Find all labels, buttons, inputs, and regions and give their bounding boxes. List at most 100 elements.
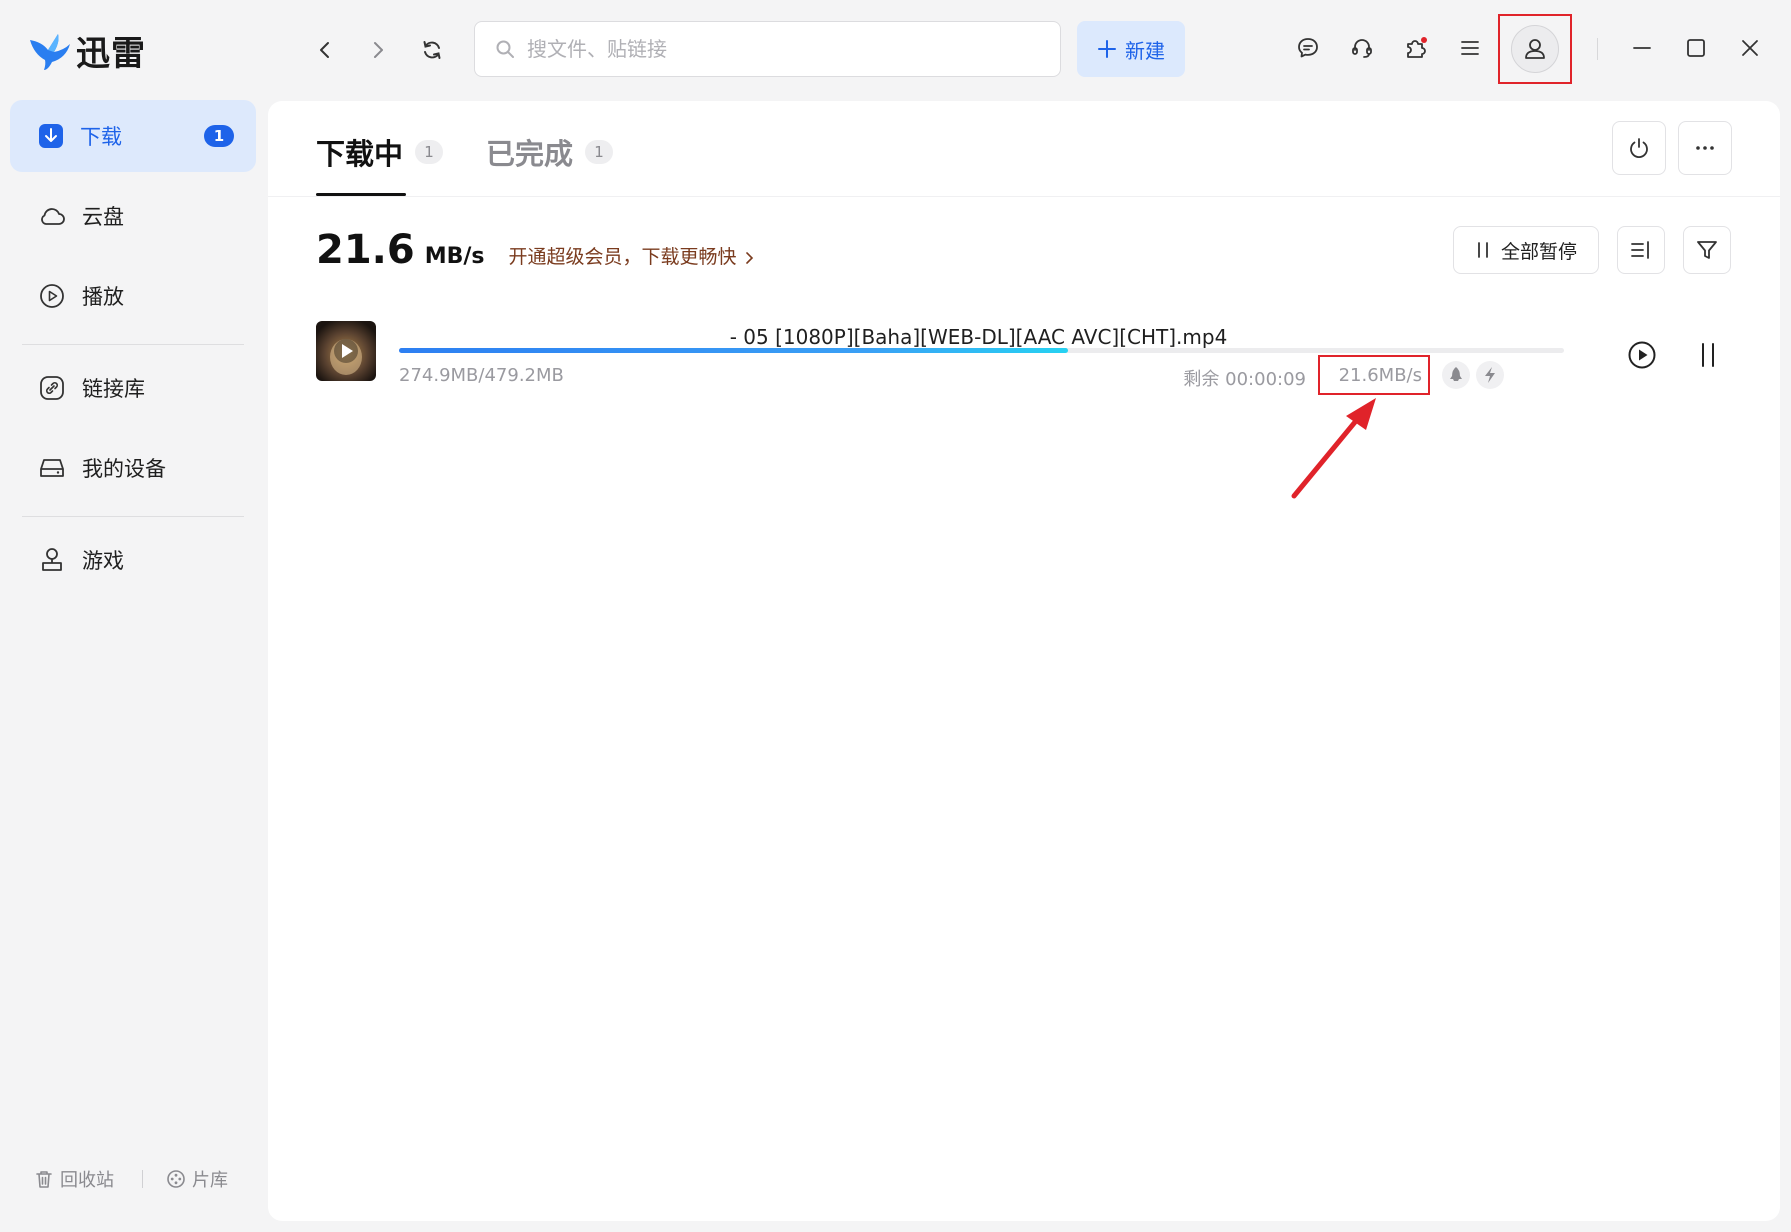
menu-icon <box>1459 37 1481 59</box>
messages-button[interactable] <box>1288 28 1328 68</box>
minimize-button[interactable] <box>1622 28 1662 68</box>
sidebar-item-my-devices[interactable]: 我的设备 <box>10 432 256 504</box>
sidebar-divider <box>22 516 244 517</box>
new-task-button[interactable]: 新建 <box>1077 21 1185 77</box>
search-input[interactable] <box>527 37 1007 61</box>
play-task-button[interactable] <box>1622 335 1662 375</box>
sidebar-item-label: 下载 <box>80 125 122 149</box>
back-icon <box>315 40 335 60</box>
user-icon <box>1522 36 1548 62</box>
speed-boost-button[interactable] <box>1476 361 1504 389</box>
download-tabs: 下载中 1 已完成 1 <box>268 101 1780 197</box>
task-progress-bar <box>399 348 1564 353</box>
device-icon <box>38 454 66 482</box>
speed-value: 21.6 <box>316 227 415 273</box>
tab-downloading[interactable]: 下载中 1 <box>316 131 444 173</box>
film-reel-icon <box>166 1169 186 1189</box>
forward-button[interactable] <box>358 30 398 70</box>
title-bar: 迅雷 新建 <box>0 0 1791 96</box>
sidebar-divider <box>22 344 244 345</box>
task-rate-highlight: 21.6MB/s <box>1318 355 1430 395</box>
main-menu-button[interactable] <box>1450 28 1490 68</box>
search-box[interactable] <box>474 21 1061 77</box>
tab-count-badge: 1 <box>585 140 614 164</box>
film-library-button[interactable]: 片库 <box>166 1166 228 1192</box>
annotation-arrow-icon <box>1280 392 1390 502</box>
download-count-badge: 1 <box>204 125 234 147</box>
close-button[interactable] <box>1730 28 1770 68</box>
rocket-icon <box>1448 366 1464 384</box>
vip-upgrade-link[interactable]: 开通超级会员，下载更畅快 <box>509 242 755 269</box>
recycle-bin-button[interactable]: 回收站 <box>34 1166 114 1192</box>
task-download-rate: 21.6MB/s <box>1338 364 1422 386</box>
active-tab-indicator <box>316 193 406 196</box>
sidebar-item-games[interactable]: 游戏 <box>10 524 256 596</box>
accelerate-button[interactable] <box>1442 361 1470 389</box>
more-icon <box>1693 136 1717 160</box>
game-icon <box>38 546 66 574</box>
main-panel: 下载中 1 已完成 1 21.6 MB/s 开通超级会员，下载更畅快 全部暂停 … <box>268 101 1780 1221</box>
sidebar-item-label: 游戏 <box>82 549 124 573</box>
more-options-button[interactable] <box>1678 121 1732 175</box>
sidebar-item-label: 云盘 <box>82 205 124 229</box>
total-speed: 21.6 MB/s 开通超级会员，下载更畅快 <box>316 227 755 273</box>
task-progress-fill <box>399 348 1068 353</box>
recycle-bin-label: 回收站 <box>60 1170 114 1191</box>
link-icon <box>38 374 66 402</box>
sort-button[interactable] <box>1617 226 1665 274</box>
chat-icon <box>1296 36 1320 60</box>
titlebar-divider <box>1597 38 1598 60</box>
support-button[interactable] <box>1342 28 1382 68</box>
pause-icon <box>1475 241 1491 259</box>
film-library-label: 片库 <box>192 1170 228 1191</box>
filter-icon <box>1695 238 1719 262</box>
forward-icon <box>368 40 388 60</box>
pause-all-button[interactable]: 全部暂停 <box>1453 226 1599 274</box>
sidebar-item-label: 播放 <box>82 285 124 309</box>
maximize-button[interactable] <box>1676 28 1716 68</box>
trash-icon <box>34 1169 54 1189</box>
sort-icon <box>1629 238 1653 262</box>
filter-button[interactable] <box>1683 226 1731 274</box>
vip-link-text: 开通超级会员，下载更畅快 <box>508 246 737 268</box>
sidebar-item-link-library[interactable]: 链接库 <box>10 352 256 424</box>
minimize-icon <box>1632 38 1652 58</box>
sidebar-item-label: 我的设备 <box>82 457 166 481</box>
speed-unit: MB/s <box>424 244 485 269</box>
search-icon <box>495 39 515 59</box>
avatar[interactable] <box>1511 25 1559 73</box>
pause-all-label: 全部暂停 <box>1500 240 1577 263</box>
pause-icon <box>1697 342 1719 368</box>
plugins-button[interactable] <box>1396 28 1436 68</box>
close-icon <box>1740 38 1760 58</box>
maximize-icon <box>1686 38 1706 58</box>
support-icon <box>1350 36 1374 60</box>
power-icon <box>1627 136 1651 160</box>
tab-count-badge: 1 <box>415 140 444 164</box>
back-button[interactable] <box>305 30 345 70</box>
pause-task-button[interactable] <box>1688 335 1728 375</box>
bird-logo-icon <box>28 30 72 72</box>
plus-icon <box>1097 39 1117 59</box>
lightning-icon <box>1483 366 1497 384</box>
play-circle-icon <box>1627 340 1657 370</box>
app-name: 迅雷 <box>76 34 146 74</box>
sidebar-item-download[interactable]: 下载 1 <box>10 100 256 172</box>
sidebar-item-play[interactable]: 播放 <box>10 260 256 332</box>
refresh-icon <box>421 39 443 61</box>
play-icon <box>38 282 66 310</box>
sidebar-item-cloud[interactable]: 云盘 <box>10 180 256 252</box>
plugin-icon <box>1403 35 1429 61</box>
power-settings-button[interactable] <box>1612 121 1666 175</box>
sidebar-item-label: 链接库 <box>82 377 145 401</box>
tab-completed[interactable]: 已完成 1 <box>486 131 614 173</box>
new-task-label: 新建 <box>1125 38 1165 63</box>
sidebar: 下载 1 云盘 播放 链接库 我的设备 游戏 回收站 片库 <box>0 96 268 1232</box>
refresh-button[interactable] <box>412 30 452 70</box>
download-task-row[interactable]: - 05 [1080P][Baha][WEB-DL][AAC AVC][CHT]… <box>316 319 1746 399</box>
tab-label: 已完成 <box>486 137 574 171</box>
sidebar-bottom-divider <box>142 1170 143 1188</box>
avatar-highlight <box>1498 14 1572 84</box>
task-remaining-time: 剩余 00:00:09 <box>1183 369 1306 390</box>
cloud-icon <box>38 202 66 230</box>
